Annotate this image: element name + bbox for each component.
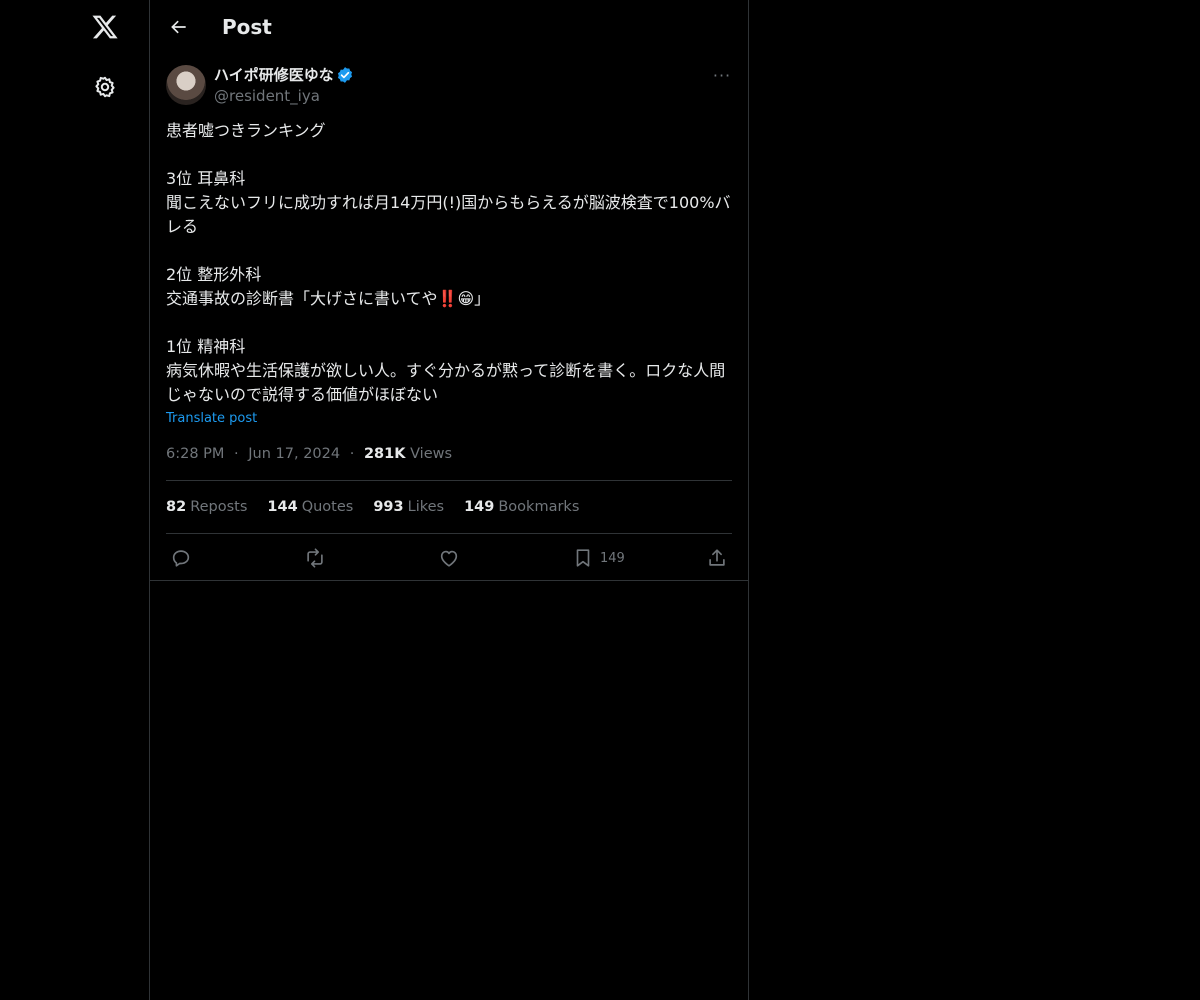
repost-button[interactable] — [304, 544, 326, 572]
gear-icon[interactable] — [86, 68, 124, 106]
translate-link[interactable]: Translate post — [166, 409, 257, 429]
reposts-label: Reposts — [190, 499, 248, 515]
author-name[interactable]: ハイポ研修医ゆな — [214, 65, 334, 85]
bookmark-button[interactable]: 149 — [572, 544, 625, 572]
reply-icon — [172, 550, 190, 567]
reply-button[interactable] — [170, 544, 192, 572]
bookmarks-count: 149 — [464, 499, 495, 515]
more-options-icon[interactable]: ··· — [710, 64, 734, 86]
action-bar: 149 — [150, 536, 748, 580]
post-time[interactable]: 6:28 PM — [166, 446, 224, 462]
likes-count: 993 — [373, 499, 404, 515]
engagement-stats: 82 Reposts 144 Quotes 993 Likes 149 Bookmark… — [166, 497, 579, 517]
quotes-label: Quotes — [301, 499, 354, 515]
bookmarks-stat[interactable]: 149 Bookmarks — [464, 497, 579, 517]
author-handle[interactable]: @resident_iya — [214, 86, 320, 106]
repost-icon — [307, 548, 323, 568]
share-button[interactable] — [706, 544, 728, 572]
page-title: Post — [222, 15, 272, 39]
reposts-stat[interactable]: 82 Reposts — [166, 497, 247, 517]
x-logo-icon[interactable] — [86, 8, 124, 46]
bookmarks-label: Bookmarks — [498, 499, 580, 515]
divider — [166, 480, 732, 481]
arrow-left-svg — [171, 20, 186, 34]
arrow-left-icon[interactable] — [166, 14, 192, 40]
avatar[interactable] — [166, 65, 206, 105]
separator: · — [234, 446, 239, 462]
like-button[interactable] — [438, 544, 460, 572]
heart-icon — [440, 550, 458, 567]
verified-badge-icon — [337, 67, 353, 83]
gear-svg — [95, 76, 115, 98]
left-nav — [0, 0, 150, 1000]
separator: · — [349, 446, 355, 462]
likes-label: Likes — [407, 499, 445, 515]
views-count: 281K — [363, 446, 406, 462]
bookmark-count: 149 — [600, 550, 625, 566]
post-date[interactable]: Jun 17, 2024 — [248, 446, 340, 462]
x-logo-svg — [92, 15, 118, 39]
main-column: Post ハイポ研修医ゆな @resident_iya ··· 患者嘘つきランキ… — [149, 0, 749, 1000]
share-icon — [709, 549, 725, 566]
divider — [150, 580, 748, 581]
header: Post — [150, 0, 748, 54]
post-text: 患者嘘つきランキング 3位 耳鼻科 聞こえないフリに成功すれば月14万円(!)国… — [166, 121, 731, 404]
post-meta: 6:28 PM · Jun 17, 2024 · 281K Views — [166, 444, 452, 464]
quotes-stat[interactable]: 144 Quotes — [267, 497, 353, 517]
bookmark-icon — [576, 549, 590, 567]
likes-stat[interactable]: 993 Likes — [373, 497, 444, 517]
views-label: Views — [410, 446, 453, 462]
quotes-count: 144 — [267, 499, 298, 515]
divider — [166, 533, 732, 534]
reposts-count: 82 — [166, 499, 187, 515]
